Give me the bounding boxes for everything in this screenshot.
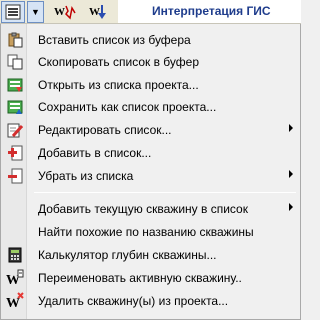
w1-text: W [54, 6, 65, 18]
menu-item-copy-list[interactable]: Скопировать список в буфер [3, 51, 299, 73]
menu-item-label: Найти похожие по названию скважины [38, 225, 254, 239]
chevron-down-icon: ▼ [31, 7, 40, 17]
well-tool-button-1[interactable]: W [52, 1, 78, 23]
rename-well-icon: W [3, 267, 27, 289]
menu-item-rename-active-well[interactable]: W Переименовать активную скважину.. [3, 267, 299, 289]
add-to-list-icon [3, 142, 27, 164]
delete-well-icon: W [3, 290, 27, 312]
menu-item-label: Добавить в список... [38, 146, 152, 160]
open-list-icon [3, 74, 27, 96]
remove-from-list-icon [3, 165, 27, 187]
menu-item-delete-wells[interactable]: W Удалить скважину(ы) из проекта... [3, 290, 299, 312]
menu-item-edit-list[interactable]: Редактировать список... [3, 119, 299, 141]
menu-item-label: Открыть из списка проекта... [38, 78, 199, 92]
well-list-menu: Вставить список из буфера Скопировать сп… [0, 24, 301, 320]
well-list-button[interactable] [1, 1, 25, 23]
menu-item-label: Скопировать список в буфер [38, 55, 200, 69]
menu-item-label: Убрать из списка [38, 169, 134, 183]
menu-separator [34, 192, 296, 193]
well-down-icon: W [89, 5, 106, 19]
menu-item-label: Добавить текущую скважину в список [38, 202, 248, 216]
menu-item-depth-calculator[interactable]: Калькулятор глубин скважины... [3, 244, 299, 266]
menu-item-label: Калькулятор глубин скважины... [38, 248, 217, 262]
menu-item-save-project-list[interactable]: Сохранить как список проекта... [3, 96, 299, 118]
well-tool-button-2[interactable]: W [86, 1, 112, 23]
copy-icon [3, 51, 27, 73]
well-list-dropdown-button[interactable]: ▼ [27, 1, 44, 23]
menu-item-label: Удалить скважину(ы) из проекта... [38, 294, 229, 308]
submenu-arrow-icon [289, 124, 293, 132]
menu-item-label: Переименовать активную скважину.. [38, 271, 242, 285]
svg-text:W: W [6, 296, 20, 310]
w2-text: W [89, 6, 100, 18]
edit-list-icon [3, 119, 27, 141]
menu-item-label: Редактировать список... [38, 123, 172, 137]
menu-item-remove-from-list[interactable]: Убрать из списка [3, 165, 299, 187]
toolbar: ▼ W W Интерпретация ГИС [0, 0, 301, 24]
paste-icon [3, 29, 27, 51]
calculator-icon [3, 244, 27, 266]
menu-item-paste-list[interactable]: Вставить список из буфера [3, 29, 299, 51]
menu-item-open-project-list[interactable]: Открыть из списка проекта... [3, 74, 299, 96]
save-list-icon [3, 96, 27, 118]
menu-item-label: Вставить список из буфера [38, 33, 191, 47]
submenu-arrow-icon [289, 170, 293, 178]
menu-item-add-current-well[interactable]: Добавить текущую скважину в список [3, 198, 299, 220]
menu-item-find-similar-wells[interactable]: Найти похожие по названию скважины [3, 221, 299, 243]
menu-item-label: Сохранить как список проекта... [38, 100, 217, 114]
page-title: Интерпретация ГИС [118, 0, 301, 23]
menu-item-add-to-list[interactable]: Добавить в список... [3, 142, 299, 164]
submenu-arrow-icon [289, 203, 293, 211]
well-curve-icon: W [54, 5, 76, 20]
list-icon [5, 4, 21, 20]
